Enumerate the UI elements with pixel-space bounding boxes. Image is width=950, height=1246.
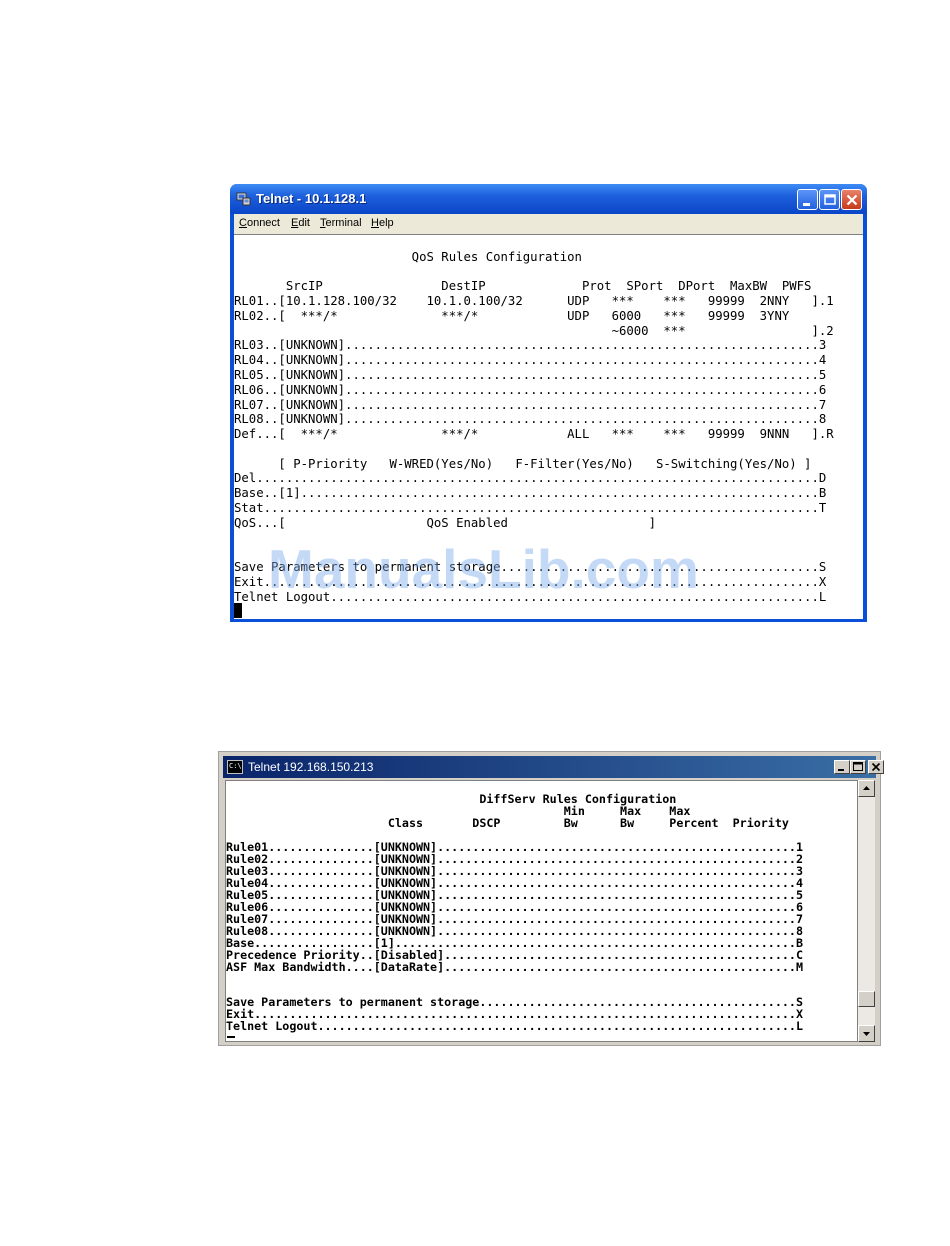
watermark: ManualsLib.com xyxy=(268,538,699,600)
arrow-down-icon xyxy=(863,1032,870,1036)
menu-option-logout[interactable]: Telnet Logout...........................… xyxy=(226,1020,803,1032)
maximize-button[interactable] xyxy=(819,189,840,210)
terminal-screen-2[interactable]: DiffServ Rules Configuration Min Max Max… xyxy=(225,780,858,1042)
vertical-scrollbar[interactable] xyxy=(858,780,875,1042)
close-icon xyxy=(846,194,858,206)
scroll-down-button[interactable] xyxy=(858,1025,875,1042)
rule-row-rl02-cont: ~6000 *** ].2 xyxy=(234,324,834,338)
window-2-titlebar[interactable]: C:\ Telnet 192.168.150.213 xyxy=(223,756,884,778)
rule-row-rl01[interactable]: RL01..[10.1.128.100/32 10.1.0.100/32 UDP… xyxy=(234,294,834,309)
text-cursor xyxy=(227,1036,235,1038)
close-icon xyxy=(871,762,881,772)
minimize-button[interactable] xyxy=(834,760,850,774)
close-button[interactable] xyxy=(841,189,862,210)
close-button[interactable] xyxy=(868,760,884,774)
menu-connect[interactable]: Connect xyxy=(239,217,280,229)
text-cursor xyxy=(234,603,242,618)
menu-option-bandwidth[interactable]: ASF Max Bandwidth....[DataRate].........… xyxy=(226,961,803,973)
window-1-title: Telnet - 10.1.128.1 xyxy=(256,191,367,206)
rule-row-rl07[interactable]: RL07..[UNKNOWN].........................… xyxy=(234,398,826,413)
rule-row-rl05[interactable]: RL05..[UNKNOWN].........................… xyxy=(234,368,826,383)
rule-row-rl03[interactable]: RL03..[UNKNOWN].........................… xyxy=(234,338,826,353)
maximize-icon xyxy=(824,194,836,205)
arrow-up-icon xyxy=(863,786,870,790)
screen-title: QoS Rules Configuration xyxy=(234,250,582,264)
rule-row-rl08[interactable]: RL08..[UNKNOWN].........................… xyxy=(234,412,826,427)
column-header: Class DSCP Bw Bw Percent Priority xyxy=(226,816,789,830)
scrollbar-thumb[interactable] xyxy=(858,991,875,1007)
maximize-icon xyxy=(853,762,863,771)
minimize-icon xyxy=(803,203,810,206)
minimize-button[interactable] xyxy=(797,189,818,210)
rule-row-default[interactable]: Def...[ ***/* ***/* ALL *** *** 99999 9N… xyxy=(234,427,834,442)
window-1-titlebar[interactable]: Telnet - 10.1.128.1 xyxy=(230,184,867,214)
menu-edit[interactable]: Edit xyxy=(291,217,310,229)
rule-row-rl02[interactable]: RL02..[ ***/* ***/* UDP 6000 *** 99999 3… xyxy=(234,309,789,324)
column-header: SrcIP DestIP Prot SPort DPort MaxBW PWFS xyxy=(234,279,812,293)
menu-bar: Connect Edit Terminal Help xyxy=(234,214,863,234)
menu-option-delete[interactable]: Del.....................................… xyxy=(234,471,826,486)
minimize-icon xyxy=(838,769,844,771)
telnet-window-2: C:\ Telnet 192.168.150.213 DiffServ Rule… xyxy=(218,751,884,1046)
option-legend: [ P-Priority W-WRED(Yes/No) F-Filter(Yes… xyxy=(234,457,812,471)
maximize-button[interactable] xyxy=(850,760,866,774)
window-2-title: Telnet 192.168.150.213 xyxy=(248,760,374,774)
menu-terminal[interactable]: Terminal xyxy=(320,217,362,229)
rule-row-rl06[interactable]: RL06..[UNKNOWN].........................… xyxy=(234,383,826,398)
telnet-app-icon xyxy=(236,192,251,206)
rule-row-rl04[interactable]: RL04..[UNKNOWN].........................… xyxy=(234,353,826,368)
menu-option-base[interactable]: Base..[1]...............................… xyxy=(234,486,826,501)
menu-option-stat[interactable]: Stat....................................… xyxy=(234,501,826,516)
qos-status-line: QoS...[ QoS Enabled ] xyxy=(234,516,656,530)
console-icon: C:\ xyxy=(227,760,243,774)
menu-help[interactable]: Help xyxy=(371,217,394,229)
scroll-up-button[interactable] xyxy=(858,780,875,797)
